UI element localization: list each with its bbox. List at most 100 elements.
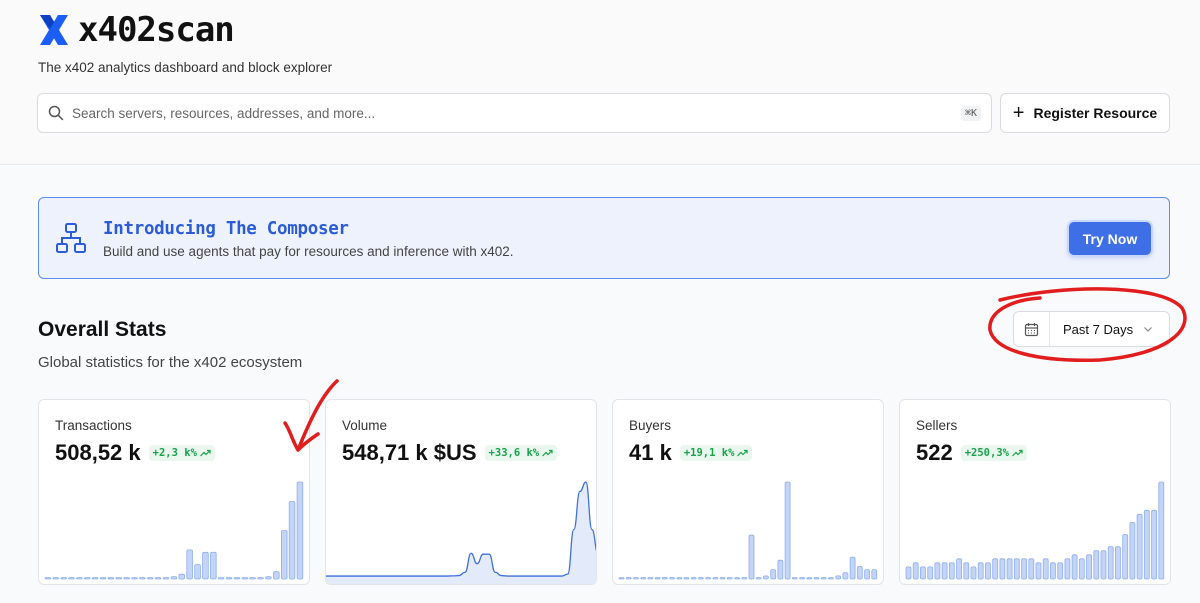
chart-bar [927,566,934,580]
chart-bar [265,576,272,580]
chart-bar [147,577,154,580]
search-input[interactable] [72,105,961,121]
search-bar[interactable]: ⌘K [37,93,992,133]
search-icon [48,105,64,121]
chart-bar [280,530,288,580]
chart-bar [842,572,849,580]
chart-bar [296,481,304,580]
chart-bar [162,577,170,580]
chevron-down-icon [1144,327,1153,332]
chart-bar [654,577,661,580]
chart-bar [698,577,704,580]
chart-bar [1107,546,1114,580]
chart-bar [273,571,280,580]
chart-bar [52,577,59,580]
chart-bar [249,577,256,580]
change-badge: +33,6 k% [484,445,558,461]
stat-card-title: Sellers [916,418,958,433]
chart-bar [827,577,834,580]
chart-bar [741,577,748,580]
calendar-icon [1024,322,1039,336]
stat-card-transactions[interactable]: Transactions 508,52 k +2,3 k% [38,399,310,585]
try-now-button[interactable]: Try Now [1069,222,1151,255]
chart-bar [76,577,83,580]
chart-bar [799,577,806,580]
stat-card-volume[interactable]: Volume 548,71 k $US +33,6 k% [325,399,597,585]
sellers-chart [905,481,1165,580]
chart-bar [864,569,871,580]
chart-bar [849,556,856,580]
chart-bar [712,577,719,580]
chart-bar [288,500,296,580]
chart-bar [956,558,962,580]
chart-bar [1143,509,1150,580]
change-badge: +2,3 k% [148,445,215,461]
chart-bar [625,577,632,580]
chart-bar [210,551,217,580]
chart-bar [1071,554,1078,580]
chart-bar [233,577,241,580]
chart-bar [762,575,769,580]
chart-bar [1122,534,1129,580]
composer-banner: Introducing The Composer Build and use a… [38,197,1170,279]
chart-bar [647,577,654,580]
chart-bar [123,577,130,580]
calendar-button[interactable] [1014,312,1050,346]
banner-subtitle: Build and use agents that pay for resour… [103,244,514,259]
change-badge-text: +33,6 k% [488,447,540,459]
chart-bar [1086,554,1093,580]
chart-bar [1049,562,1056,580]
change-badge-text: +2,3 k% [152,447,197,459]
chart-bar [919,566,926,580]
stat-card-sellers[interactable]: Sellers 522 +250,3% [899,399,1171,585]
stat-card-value: 41 k [629,440,672,465]
chart-bar [202,551,209,580]
section-subtitle: Global statistics for the x402 ecosystem [38,354,303,371]
app-name: x402scan [78,10,235,50]
chart-bar [683,577,690,580]
chart-bar [999,558,1006,580]
stat-card-value: 522 [916,440,953,465]
chart-bar [719,577,726,580]
register-resource-button[interactable]: + Register Resource [1000,93,1170,133]
chart-bar [856,566,863,580]
chart-bar [748,534,755,580]
chart-bar [1129,522,1136,580]
register-resource-label: Register Resource [1033,105,1158,121]
trend-up-icon [1012,449,1023,457]
chart-bar [992,558,999,580]
date-range-picker[interactable]: Past 7 Days [1013,311,1170,347]
chart-bar [690,577,697,580]
chart-bar [977,562,984,580]
chart-bar [1100,550,1107,580]
change-badge-text: +19,1 k% [683,447,735,459]
trend-up-icon [737,449,749,457]
chart-bar [107,577,115,580]
chart-bar [791,577,798,580]
chart-bar [1064,558,1071,580]
chart-bar [934,562,941,580]
stat-card-title: Volume [342,418,388,433]
buyers-chart [618,481,878,580]
x402-logo-icon [40,15,68,45]
chart-bar [1006,558,1013,580]
chart-bar [905,566,912,580]
stat-card-buyers[interactable]: Buyers 41 k +19,1 k% [612,399,884,585]
chart-bar [1114,546,1121,580]
chart-bar [777,559,784,580]
chart-bar [194,564,201,580]
chart-bar [661,577,668,580]
logo[interactable]: x402scan [38,10,235,50]
chart-bar [1021,558,1027,580]
chart-bar [170,576,178,580]
chart-bar [985,562,991,580]
chart-bar [44,577,52,580]
chart-bar [912,562,919,580]
chart-bar [84,577,91,580]
chart-line [326,481,596,577]
chart-bar [131,577,138,580]
chart-bar [632,577,639,580]
chart-bar [68,577,75,580]
plus-icon: + [1012,102,1025,124]
page-header: x402scan The x402 analytics dashboard an… [0,0,1200,165]
